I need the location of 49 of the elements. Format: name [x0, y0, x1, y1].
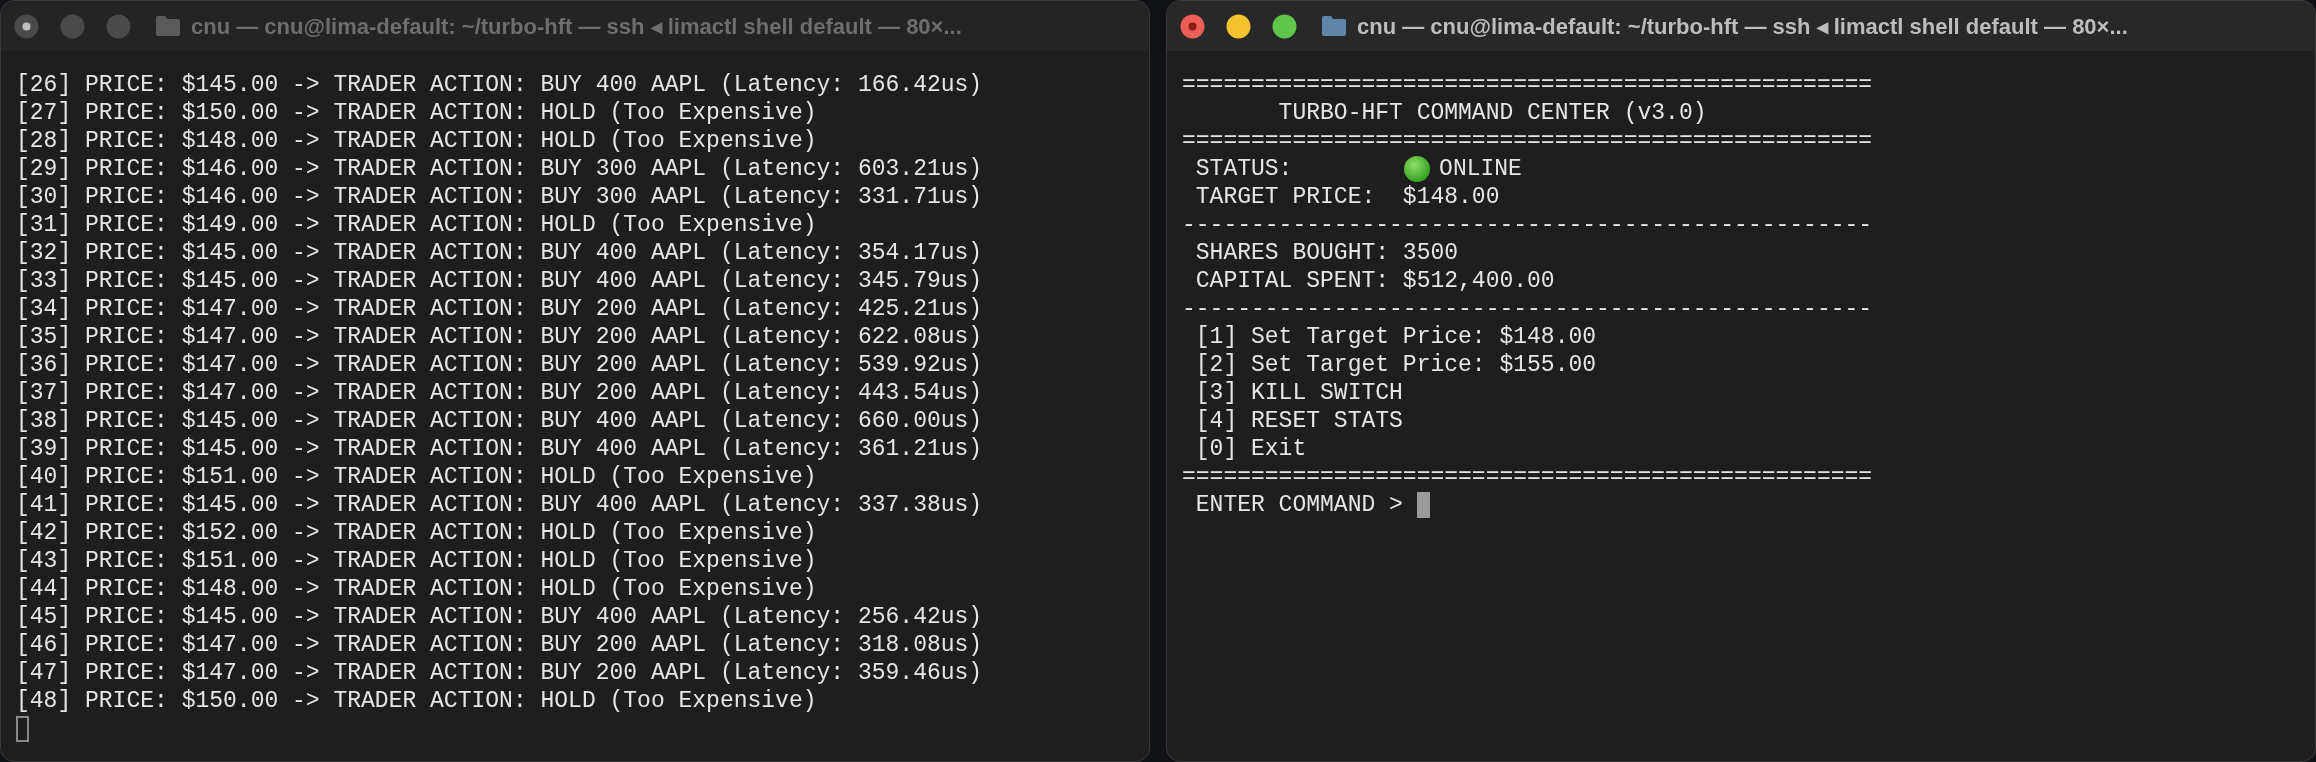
minimize-icon[interactable]: [1226, 13, 1251, 39]
terminal-line: [41] PRICE: $145.00 -> TRADER ACTION: BUY 400 AAPL (Latency: 337.38us): [16, 491, 984, 519]
terminal-line: [0] Exit: [1194, 435, 1308, 463]
terminal-line: [3] KILL SWITCH: [1194, 379, 1404, 407]
close-icon[interactable]: [14, 13, 39, 39]
terminal-line: --------------------------------------------------: [1182, 211, 1874, 239]
terminal-line: [27] PRICE: $150.00 -> TRADER ACTION: HOLD (Too Expensive): [16, 99, 818, 127]
terminal-line: --------------------------------------------------: [1182, 295, 1874, 323]
terminal-line: [44] PRICE: $148.00 -> TRADER ACTION: HOLD (Too Expensive): [16, 575, 818, 603]
status-dot-icon: [1402, 155, 1431, 183]
terminal-line: [38] PRICE: $145.00 -> TRADER ACTION: BUY 400 AAPL (Latency: 660.00us): [16, 407, 984, 435]
terminal-line: [30] PRICE: $146.00 -> TRADER ACTION: BUY 300 AAPL (Latency: 331.71us): [16, 183, 984, 211]
terminal-line: [48] PRICE: $150.00 -> TRADER ACTION: HOLD (Too Expensive): [16, 687, 818, 715]
terminal-line: [39] PRICE: $145.00 -> TRADER ACTION: BUY 400 AAPL (Latency: 361.21us): [16, 435, 984, 463]
terminal-line: [40] PRICE: $151.00 -> TRADER ACTION: HOLD (Too Expensive): [16, 463, 818, 491]
terminal-line: CAPITAL SPENT: $512,400.00: [1194, 267, 1556, 295]
terminal-line: [26] PRICE: $145.00 -> TRADER ACTION: BUY 400 AAPL (Latency: 166.42us): [16, 71, 984, 99]
terminal-line: ==================================================: [1182, 127, 1874, 155]
zoom-icon[interactable]: [1272, 13, 1297, 39]
terminal-line: [47] PRICE: $147.00 -> TRADER ACTION: BUY 200 AAPL (Latency: 359.46us): [16, 659, 984, 687]
terminal-line: ==================================================: [1182, 71, 1874, 99]
terminal-line: [35] PRICE: $147.00 -> TRADER ACTION: BUY 200 AAPL (Latency: 622.08us): [16, 323, 984, 351]
terminal-line: [29] PRICE: $146.00 -> TRADER ACTION: BUY 300 AAPL (Latency: 603.21us): [16, 155, 984, 183]
terminal-line: [42] PRICE: $152.00 -> TRADER ACTION: HOLD (Too Expensive): [16, 519, 818, 547]
terminal-line: [37] PRICE: $147.00 -> TRADER ACTION: BUY 200 AAPL (Latency: 443.54us): [16, 379, 984, 407]
terminal-line: [31] PRICE: $149.00 -> TRADER ACTION: HOLD (Too Expensive): [16, 211, 818, 239]
command-prompt: ENTER COMMAND >: [1194, 491, 1404, 519]
terminal-line: TARGET PRICE: $148.00: [1194, 183, 1501, 211]
terminal-line: [32] PRICE: $145.00 -> TRADER ACTION: BUY 400 AAPL (Latency: 354.17us): [16, 239, 984, 267]
terminal-line: [4] RESET STATS: [1194, 407, 1404, 435]
close-icon[interactable]: [1180, 13, 1205, 39]
terminal-line: [34] PRICE: $147.00 -> TRADER ACTION: BUY 200 AAPL (Latency: 425.21us): [16, 295, 984, 323]
status-value: ONLINE: [1439, 155, 1522, 183]
terminal-line: ==================================================: [1182, 463, 1874, 491]
terminal-line: [28] PRICE: $148.00 -> TRADER ACTION: HOLD (Too Expensive): [16, 127, 818, 155]
terminal-line: [36] PRICE: $147.00 -> TRADER ACTION: BUY 200 AAPL (Latency: 539.92us): [16, 351, 984, 379]
window-title: cnu — cnu@lima-default: ~/turbo-hft — ssh ◂ limactl shell default — 80×...: [1357, 12, 2128, 41]
terminal-line: [45] PRICE: $145.00 -> TRADER ACTION: BUY 400 AAPL (Latency: 256.42us): [16, 603, 984, 631]
terminal-line: [43] PRICE: $151.00 -> TRADER ACTION: HOLD (Too Expensive): [16, 547, 818, 575]
folder-icon: [155, 15, 181, 37]
terminal-line: [2] Set Target Price: $155.00: [1194, 351, 1598, 379]
terminal-line: TURBO-HFT COMMAND CENTER (v3.0): [1277, 99, 1708, 127]
terminal-line: [33] PRICE: $145.00 -> TRADER ACTION: BUY 400 AAPL (Latency: 345.79us): [16, 267, 984, 295]
window-title: cnu — cnu@lima-default: ~/turbo-hft — ssh ◂ limactl shell default — 80×...: [191, 12, 962, 41]
folder-icon: [1321, 15, 1347, 37]
terminal-line: [1] Set Target Price: $148.00: [1194, 323, 1598, 351]
status-label: STATUS:: [1194, 155, 1294, 183]
terminal-line: SHARES BOUGHT: 3500: [1194, 239, 1460, 267]
terminal-line: [46] PRICE: $147.00 -> TRADER ACTION: BUY 200 AAPL (Latency: 318.08us): [16, 631, 984, 659]
